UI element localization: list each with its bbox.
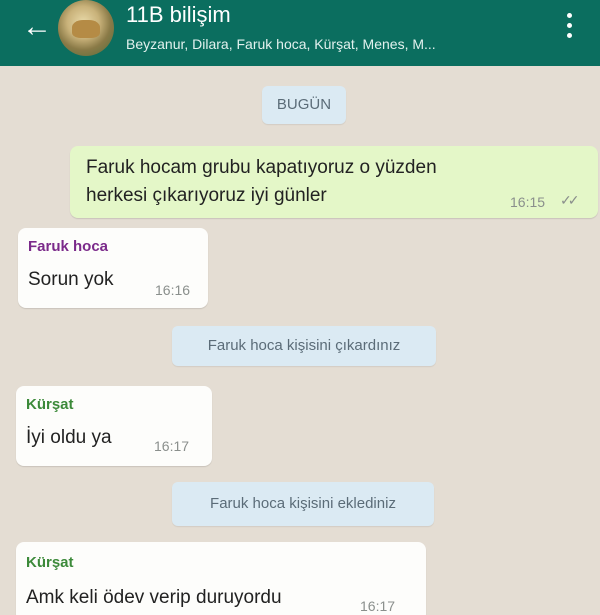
date-separator: BUGÜN [262,86,346,124]
message-list[interactable]: BUGÜN Faruk hocam grubu kapatıyoruz o yü… [0,66,600,615]
arrow-left-icon[interactable]: ← [22,12,52,42]
system-message-removed: Faruk hoca kişisini çıkardınız [172,326,436,366]
message-text-line1: Faruk hocam grubu kapatıyoruz o yüzden [86,157,437,178]
sender-name: Kürşat [26,554,74,571]
message-time: 16:16 [155,282,191,298]
message-time: 16:17 [154,438,190,454]
incoming-message[interactable]: Kürşat İyi oldu ya 16:17 [16,386,212,466]
incoming-message[interactable]: Kürşat Amk keli ödev verip duruyordu 16:… [16,542,426,615]
sender-name: Faruk hoca [28,238,109,255]
group-members[interactable]: Beyzanur, Dilara, Faruk hoca, Kürşat, Me… [126,36,436,52]
message-text: Sorun yok [28,269,114,290]
message-time: 16:17 [360,598,396,614]
chat-header: ← 11B bilişim Beyzanur, Dilara, Faruk ho… [0,0,600,66]
more-vertical-icon[interactable] [562,10,576,40]
group-title[interactable]: 11B bilişim [126,2,231,28]
incoming-message[interactable]: Faruk hoca Sorun yok 16:16 [18,228,208,308]
message-text: Amk keli ödev verip duruyordu [26,587,282,608]
message-text: İyi oldu ya [26,427,112,448]
system-message-added: Faruk hoca kişisini eklediniz [172,482,434,526]
message-text-line2: herkesi çıkarıyoruz iyi günler [86,185,327,206]
message-time: 16:15 [510,194,546,210]
outgoing-message[interactable]: Faruk hocam grubu kapatıyoruz o yüzden h… [70,146,598,218]
group-avatar[interactable] [58,0,114,56]
read-ticks-icon: ✓✓ [560,192,580,208]
sender-name: Kürşat [26,396,74,413]
